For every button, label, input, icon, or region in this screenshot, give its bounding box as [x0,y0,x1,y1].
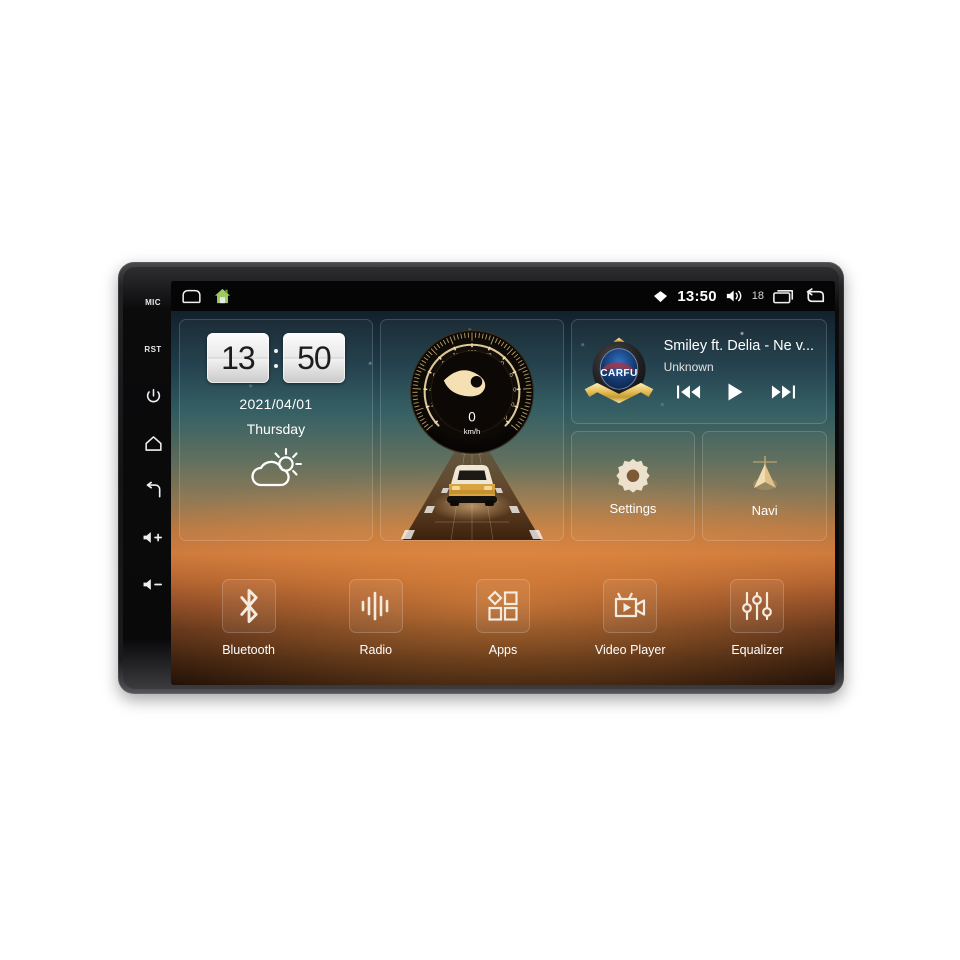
radio-waveform-icon [361,591,389,621]
clock-weather-widget[interactable]: 13 50 2021/04/01 Thursday [179,319,373,541]
equalizer-sliders-icon [742,591,773,621]
previous-track-icon [676,385,700,398]
weather-widget-icon[interactable] [248,447,304,494]
dock-box-video-player [603,579,658,633]
back-outline-icon[interactable] [181,289,202,304]
track-artist: Unknown [663,359,714,374]
touchscreen[interactable]: 13:50 18 13 50 2021/04/01 Thursday 0 km/… [171,281,835,685]
home-wallpaper: 13 50 2021/04/01 Thursday 0 km/h CARFU S… [171,311,835,685]
reset-key-label: RST [144,345,162,354]
navigation-arrow-icon [752,456,777,490]
recents-icon[interactable] [773,289,794,304]
mic-key[interactable]: MIC [136,279,170,326]
status-bar-volume-value: 18 [751,290,764,302]
tile-navi[interactable]: Navi [702,431,827,541]
speed-value: 0 [468,409,475,424]
album-art-text: CARFU [600,367,637,378]
dock-item-bluetooth[interactable]: Bluetooth [185,579,312,657]
gear-icon [616,458,650,493]
next-track-button[interactable] [771,384,795,405]
back-icon [146,481,160,498]
dock-label-apps: Video Player [594,643,666,657]
status-bar-right: 13:50 18 [653,288,825,305]
dock-item-radio[interactable]: Radio [312,579,439,657]
dock-box-bluetooth [221,579,276,633]
music-controls [664,383,814,406]
status-bar: 13:50 18 [171,281,835,311]
tile-settings[interactable]: Settings [570,431,696,541]
tile-navi-label: Navi [751,503,778,518]
hard-key-bezel: MIC RST [133,279,173,687]
dock-label-equalizer: Equalizer [731,643,784,657]
play-button[interactable] [727,383,744,406]
partly-cloudy-icon [251,447,302,487]
flip-clock: 13 50 [206,333,345,383]
speedometer-widget[interactable]: 020406080100120140160180200220240 [379,319,564,541]
video-camera-icon [615,592,646,618]
bluetooth-icon [239,588,258,624]
shortcut-tiles-row: Settings Navi [570,431,827,541]
apps-grid-icon [487,590,518,621]
volume-up-key[interactable] [136,514,170,561]
volume-down-icon [143,579,162,590]
volume-icon [726,290,742,302]
speed-gauge-dial: 020406080100120140160180200220240 [409,329,534,455]
next-track-icon [771,385,795,398]
album-art: CARFU [580,333,658,411]
reset-key[interactable]: RST [136,326,170,373]
dock-label-video: Apps [488,643,518,657]
widget-row: 13 50 2021/04/01 Thursday 0 km/h CARFU S… [179,319,827,541]
home-house-icon[interactable] [214,288,231,304]
music-metadata: Smiley ft. Delia - Ne v... Unknown [658,338,818,406]
wifi-signal-icon [654,290,668,302]
tile-settings-label: Settings [609,501,657,516]
clock-colon [271,348,281,368]
music-player-widget[interactable]: CARFU Smiley ft. Delia - Ne v... Unknown [570,319,827,424]
track-title: Smiley ft. Delia - Ne v... [663,337,814,354]
clock-date: 2021/04/01 [239,396,313,412]
power-icon [146,388,160,403]
power-key[interactable] [136,373,170,420]
dock-label-radio: Radio [359,643,393,657]
dock-item-apps[interactable]: Apps [439,579,566,657]
dock-item-video-player[interactable]: Video Player [567,579,694,657]
speed-unit: km/h [463,427,480,436]
dock-box-equalizer [730,579,785,633]
home-key[interactable] [136,420,170,467]
speed-gauge: 020406080100120140160180200220240 [408,328,536,461]
right-widget-column: CARFU Smiley ft. Delia - Ne v... Unknown [570,319,827,541]
back-arrow-icon[interactable] [803,287,825,304]
clock-weekday: Thursday [246,421,306,437]
clock-hours: 13 [206,333,269,383]
volume-up-icon [143,532,162,543]
app-dock: Bluetooth Radio Apps Video Player Equali… [171,573,835,685]
clock-minutes: 50 [282,333,345,383]
back-key[interactable] [136,467,170,514]
home-icon [144,436,162,451]
dock-label-bluetooth: Bluetooth [222,643,276,657]
play-icon [728,383,743,400]
status-bar-time: 13:50 [677,287,717,305]
carfu-logo: CARFU [584,337,653,403]
dock-item-equalizer[interactable]: Equalizer [694,579,821,657]
dock-box-radio [348,579,403,633]
volume-down-key[interactable] [136,561,170,608]
status-bar-left [181,288,231,304]
mic-key-label: MIC [145,298,161,307]
device-bezel: MIC RST 13:50 18 13 50 2021/04/01 Thursd… [123,267,839,689]
car-head-unit-device: MIC RST 13:50 18 13 50 2021/04/01 Thursd… [118,262,844,694]
dock-box-apps [476,579,530,633]
previous-track-button[interactable] [676,384,701,405]
